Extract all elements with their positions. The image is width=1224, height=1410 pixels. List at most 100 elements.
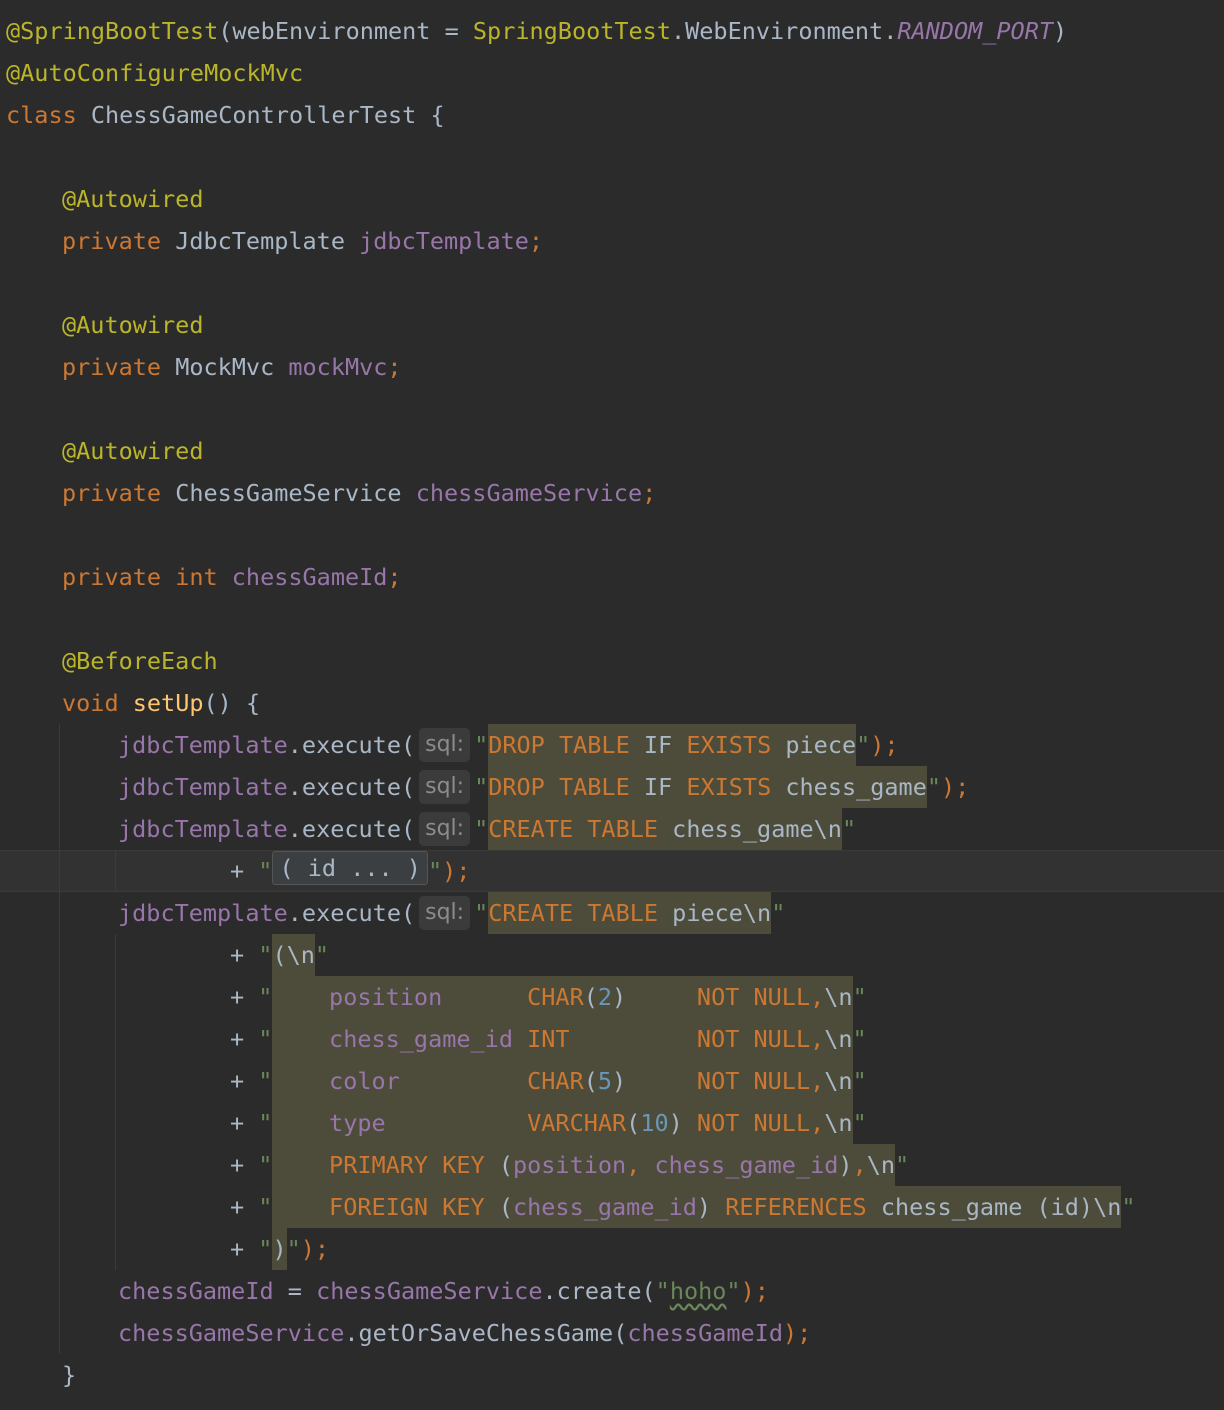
- code-token: ": [258, 1235, 273, 1263]
- code-token: private: [62, 563, 176, 591]
- code-token: JdbcTemplate: [175, 227, 360, 255]
- code-line[interactable]: private ChessGameService chessGameServic…: [62, 472, 656, 514]
- code-token: position: [329, 976, 528, 1018]
- code-line[interactable]: class ChessGameControllerTest {: [6, 94, 445, 136]
- code-token: private: [62, 479, 176, 507]
- code-token: ,: [810, 1060, 825, 1102]
- code-line[interactable]: + "( id ... ) ");: [230, 850, 470, 892]
- code-token: EXISTS: [686, 766, 786, 808]
- code-token: \n: [824, 976, 853, 1018]
- code-line[interactable]: @SpringBootTest(webEnvironment = SpringB…: [6, 10, 1067, 52]
- code-token: INT: [527, 1018, 697, 1060]
- code-token: ,: [626, 1144, 655, 1186]
- code-token: (: [498, 1186, 513, 1228]
- code-line[interactable]: + " color CHAR(5) NOT NULL,\n": [230, 1060, 867, 1102]
- code-token: }: [62, 1361, 77, 1389]
- code-line[interactable]: @Autowired: [62, 304, 203, 346]
- code-line[interactable]: private MockMvc mockMvc;: [62, 346, 402, 388]
- code-line[interactable]: + " type VARCHAR(10) NOT NULL,\n": [230, 1102, 867, 1144]
- code-token: chessGameId: [231, 563, 388, 591]
- code-line[interactable]: @AutoConfigureMockMvc: [6, 52, 303, 94]
- code-token: ): [272, 1228, 287, 1270]
- code-line[interactable]: jdbcTemplate.execute(sql: "CREATE TABLE c…: [118, 808, 856, 850]
- code-line[interactable]: void setUp() {: [62, 682, 260, 724]
- code-token: ": [286, 1235, 301, 1263]
- code-token: 2: [597, 976, 613, 1018]
- code-token: SpringBootTest: [472, 17, 671, 45]
- code-token: +: [230, 1235, 259, 1263]
- code-token: NULL: [753, 1018, 811, 1060]
- code-token: private: [62, 227, 176, 255]
- code-line[interactable]: @Autowired: [62, 178, 203, 220]
- code-token: 10: [640, 1102, 669, 1144]
- code-line[interactable]: chessGameId = chessGameService.create("h…: [118, 1270, 769, 1312]
- code-token: ): [1053, 17, 1068, 45]
- code-line[interactable]: jdbcTemplate.execute(sql: "DROP TABLE IF …: [118, 766, 969, 808]
- code-token: +: [230, 941, 259, 969]
- code-token: @BeforeEach: [62, 647, 218, 675]
- code-line[interactable]: private JdbcTemplate jdbcTemplate;: [62, 220, 543, 262]
- code-token: chess_game_id: [654, 1144, 839, 1186]
- code-token: ,: [810, 976, 825, 1018]
- code-token: private: [62, 353, 176, 381]
- code-token: TABLE: [587, 892, 673, 934]
- code-token: ,: [810, 1102, 825, 1144]
- code-token: \n: [824, 1060, 853, 1102]
- code-line[interactable]: + ")");: [230, 1228, 329, 1270]
- code-token: @AutoConfigureMockMvc: [6, 59, 304, 87]
- code-token: piece\n: [672, 892, 772, 934]
- code-line[interactable]: private int chessGameId;: [62, 556, 402, 598]
- code-token: +: [230, 1151, 259, 1179]
- code-token: ": [852, 983, 867, 1011]
- code-line[interactable]: jdbcTemplate.execute(sql: "DROP TABLE IF …: [118, 724, 899, 766]
- code-token: ;: [528, 227, 544, 255]
- folded-code-region[interactable]: ( id ... ): [272, 851, 428, 885]
- code-token: () {: [203, 689, 261, 717]
- code-token: ,: [852, 1144, 867, 1186]
- code-token: ": [258, 857, 273, 885]
- code-token: (: [583, 1060, 598, 1102]
- code-editor[interactable]: @SpringBootTest(webEnvironment = SpringB…: [0, 0, 1224, 1410]
- code-token: ": [258, 941, 273, 969]
- code-token: .execute(: [287, 815, 416, 843]
- code-token: chessGameService: [316, 1277, 543, 1305]
- code-token: @Autowired: [62, 437, 204, 465]
- code-token: @Autowired: [62, 185, 204, 213]
- code-token: DROP: [488, 724, 559, 766]
- code-line[interactable]: @BeforeEach: [62, 640, 218, 682]
- code-line[interactable]: + " position CHAR(2) NOT NULL,\n": [230, 976, 867, 1018]
- code-token: ;: [642, 479, 657, 507]
- code-line[interactable]: + " FOREIGN KEY (chess_game_id) REFERENC…: [230, 1186, 1136, 1228]
- code-token: ): [612, 1060, 697, 1102]
- code-token: );: [870, 731, 899, 759]
- code-line[interactable]: @Autowired: [62, 430, 203, 472]
- code-line[interactable]: + " PRIMARY KEY (position, chess_game_id…: [230, 1144, 909, 1186]
- code-token: [272, 1018, 330, 1060]
- code-token: ": [926, 773, 942, 801]
- code-token: REFERENCES: [725, 1186, 881, 1228]
- code-line[interactable]: jdbcTemplate.execute(sql: "CREATE TABLE p…: [118, 892, 785, 934]
- code-token: );: [740, 1277, 769, 1305]
- parameter-hint: sql:: [419, 728, 471, 762]
- code-token: ": [474, 899, 489, 927]
- code-token: jdbcTemplate: [118, 899, 288, 927]
- code-token: @Autowired: [62, 311, 204, 339]
- code-line[interactable]: }: [62, 1354, 76, 1396]
- code-token: jdbcTemplate: [118, 731, 288, 759]
- code-line[interactable]: + "(\n": [230, 934, 329, 976]
- code-token: ": [474, 731, 489, 759]
- parameter-hint: sql:: [419, 812, 471, 846]
- code-token: ): [696, 1186, 726, 1228]
- code-token: chessGameId: [118, 1277, 274, 1305]
- code-token: [272, 1186, 330, 1228]
- code-token: color: [329, 1060, 528, 1102]
- code-token: MockMvc: [175, 353, 289, 381]
- code-line[interactable]: chessGameService.getOrSaveChessGame(ches…: [118, 1312, 811, 1354]
- code-token: TABLE: [558, 724, 644, 766]
- code-token: ): [668, 1102, 697, 1144]
- code-line[interactable]: + " chess_game_id INT NOT NULL,\n": [230, 1018, 867, 1060]
- code-token: piece: [785, 724, 857, 766]
- typo-warning-token: hoho: [669, 1277, 727, 1305]
- code-token: ): [612, 976, 697, 1018]
- code-token: chessGameService: [415, 479, 643, 507]
